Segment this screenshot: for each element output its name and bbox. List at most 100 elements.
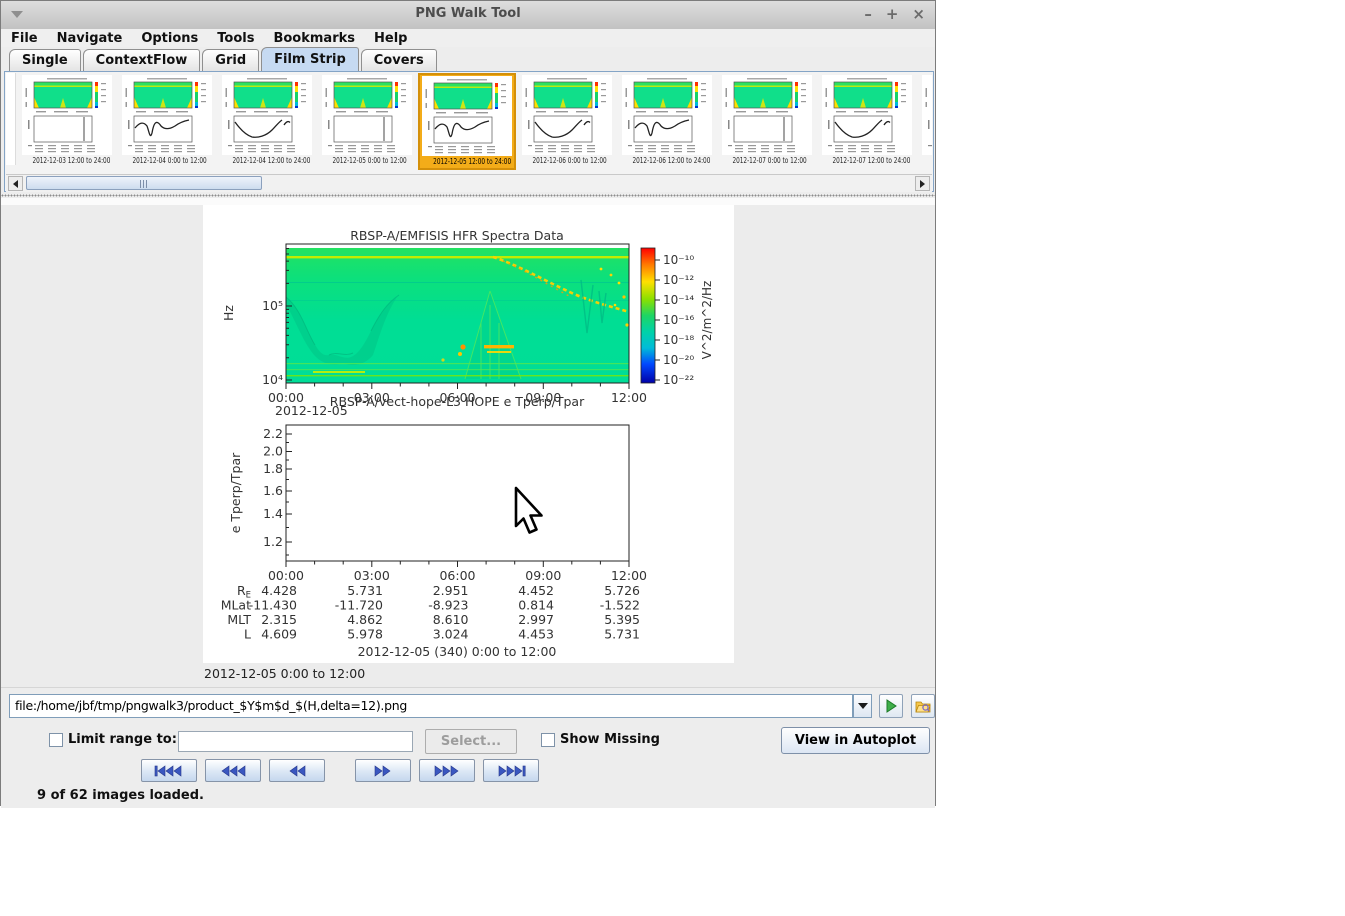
desktop: PNG Walk Tool – + × File Navigate Option… — [0, 0, 1345, 916]
thumbnail[interactable]: 2012-12-07 0:00 to 12:00 — [718, 73, 816, 170]
lp-xtick-0: 00:00 — [268, 568, 304, 583]
template-url-input[interactable]: file:/home/jbf/tmp/pngwalk3/product_$Y$m… — [9, 694, 853, 718]
menu-file[interactable]: File — [11, 31, 38, 46]
menu-bookmarks[interactable]: Bookmarks — [273, 31, 355, 46]
lower-plot-ylabel: e Tperp/Tpar — [228, 452, 243, 533]
thumbnail[interactable]: 2012-12-06 0:00 to 12:00 — [518, 73, 616, 170]
split-divider[interactable] — [1, 192, 935, 205]
last-icon — [498, 764, 526, 777]
image-footer: 2012-12-05 (340) 0:00 to 12:00 — [358, 644, 557, 659]
scrollbar-grip-icon — [140, 180, 149, 188]
thumbnail-image — [722, 75, 812, 155]
cbar-tick-5: 10⁻²⁰ — [663, 353, 694, 367]
svg-text:8.610: 8.610 — [433, 612, 469, 627]
previous-button[interactable] — [269, 759, 325, 782]
svg-text:4.609: 4.609 — [261, 627, 297, 642]
row-label-mlat: MLat — [221, 598, 251, 613]
thumbnail[interactable]: 2012-12-06 12:00 to 24:00 — [618, 73, 716, 170]
svg-text:2.315: 2.315 — [261, 612, 297, 627]
lp-ytick-0: 2.2 — [263, 426, 283, 441]
tab-grid[interactable]: Grid — [202, 49, 260, 71]
scrollbar-thumb[interactable] — [26, 176, 262, 190]
jump-last-button[interactable] — [483, 759, 539, 782]
limit-range-checkbox[interactable] — [49, 733, 63, 747]
thumbnail[interactable]: 2012-12-05 12:00 to 24:00 — [418, 73, 516, 170]
play-icon — [886, 699, 897, 713]
scroll-right-button[interactable] — [915, 176, 930, 191]
show-missing-checkbox[interactable] — [541, 733, 555, 747]
right-arrow-icon — [920, 179, 925, 188]
thumbnail[interactable]: 2012-12-07 12:00 to 24:00 — [818, 73, 916, 170]
cbar-tick-1: 10⁻¹² — [663, 273, 694, 287]
thumbnail-label: 2012-12-04 0:00 to 12:00 — [132, 156, 207, 165]
thumbnail[interactable]: 2012-12-04 0:00 to 12:00 — [118, 73, 216, 170]
menu-help[interactable]: Help — [374, 31, 407, 46]
tab-covers[interactable]: Covers — [360, 49, 437, 71]
colorbar-label: V^2/m^2/Hz — [700, 281, 714, 360]
thumbnail-label: 2012-12-05 0:00 to 12:00 — [332, 156, 407, 165]
lower-plot-title: RBSP-A/vect-hope-L3 HOPE e Tperp/Tpar — [330, 394, 585, 409]
thumbnail[interactable]: 2012-12-04 12:00 to 24:00 — [218, 73, 316, 170]
svg-text:4.453: 4.453 — [518, 627, 554, 642]
thumbnail[interactable]: 2012-12-03 12:00 to 24:00 — [18, 73, 116, 170]
skip-back-button[interactable] — [205, 759, 261, 782]
thumbnail-image — [922, 75, 932, 155]
next-button[interactable] — [355, 759, 411, 782]
menu-options[interactable]: Options — [141, 31, 198, 46]
cbar-tick-2: 10⁻¹⁴ — [663, 293, 694, 307]
menubar: File Navigate Options Tools Bookmarks He… — [1, 29, 935, 47]
menu-tools[interactable]: Tools — [217, 31, 254, 46]
minimize-button[interactable]: – — [864, 4, 872, 24]
thumbnail-label: 2012-12-07 0:00 to 12:00 — [732, 156, 807, 165]
filmstrip-scrollbar[interactable] — [6, 174, 932, 192]
current-image[interactable]: RBSP-A/EMFISIS HFR Spectra Data 10⁵ 10⁴ … — [203, 205, 734, 663]
spec-ytick-1e5: 10⁵ — [262, 298, 283, 313]
cbar-tick-0: 10⁻¹⁰ — [663, 253, 694, 267]
close-button[interactable]: × — [912, 4, 925, 24]
svg-text:5.726: 5.726 — [604, 583, 640, 598]
view-in-autoplot-button[interactable]: View in Autoplot — [781, 727, 930, 754]
select-button[interactable]: Select... — [425, 729, 517, 754]
thumbnail[interactable]: 2012-12-05 0:00 to 12:00 — [318, 73, 416, 170]
cbar-tick-6: 10⁻²² — [663, 373, 694, 387]
lp-xtick-1: 03:00 — [354, 568, 390, 583]
thumbnail-image — [822, 75, 912, 155]
svg-text:5.731: 5.731 — [347, 583, 383, 598]
svg-text:-11.430: -11.430 — [249, 598, 297, 613]
go-button[interactable] — [879, 694, 903, 718]
forward-3-icon — [434, 764, 459, 777]
skip-forward-button[interactable] — [419, 759, 475, 782]
filmstrip-panel: 2012-12-03 12:00 to 24:00 2012-12-04 0:0… — [4, 71, 934, 192]
thumbnail[interactable]: 2 — [918, 73, 932, 170]
jump-first-button[interactable] — [141, 759, 197, 782]
filmstrip-row: 2012-12-03 12:00 to 24:00 2012-12-04 0:0… — [6, 73, 932, 173]
tab-contextflow[interactable]: ContextFlow — [82, 49, 201, 71]
thumbnail-partial-left[interactable] — [6, 73, 16, 165]
spectrogram-title: RBSP-A/EMFISIS HFR Spectra Data — [350, 228, 564, 243]
thumbnail-image — [222, 75, 312, 155]
thumbnail-label: 2012-12-05 12:00 to 24:00 — [433, 157, 512, 166]
pngwalk-window: PNG Walk Tool – + × File Navigate Option… — [0, 0, 936, 808]
divider-dots-icon — [1, 194, 935, 197]
chevron-down-icon — [857, 703, 868, 709]
show-missing-label: Show Missing — [560, 732, 660, 747]
rewind-3-icon — [221, 764, 246, 777]
menu-navigate[interactable]: Navigate — [57, 31, 123, 46]
browse-button[interactable] — [911, 694, 935, 718]
tab-single[interactable]: Single — [9, 49, 81, 71]
tabbar: Single ContextFlow Grid Film Strip Cover… — [1, 47, 935, 71]
svg-text:3.024: 3.024 — [433, 627, 469, 642]
titlebar[interactable]: PNG Walk Tool – + × — [1, 1, 935, 30]
tab-film-strip[interactable]: Film Strip — [261, 47, 359, 71]
maximize-button[interactable]: + — [886, 4, 899, 24]
limit-range-input[interactable] — [178, 731, 413, 752]
thumbnail-image — [422, 76, 512, 156]
url-dropdown-button[interactable] — [853, 694, 872, 718]
cbar-tick-3: 10⁻¹⁶ — [663, 313, 694, 327]
svg-text:4.862: 4.862 — [347, 612, 383, 627]
svg-text:5.731: 5.731 — [604, 627, 640, 642]
scroll-left-button[interactable] — [8, 176, 23, 191]
row-label-l: L — [244, 627, 251, 642]
folder-search-icon — [915, 701, 931, 713]
spec-xtick-4: 12:00 — [611, 390, 647, 405]
